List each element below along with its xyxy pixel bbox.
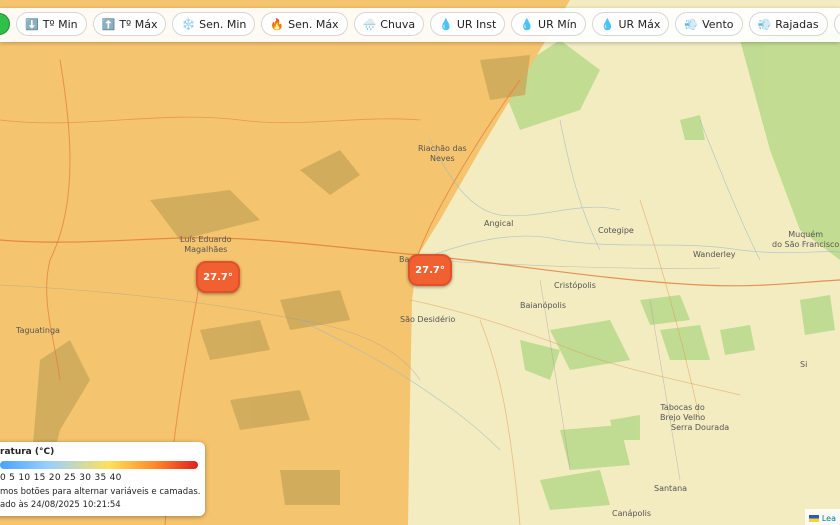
- toolbar-button-label: Tº Máx: [119, 17, 158, 31]
- place-sao-desiderio: São Desidério: [400, 315, 456, 324]
- layer-toggle-button[interactable]: [0, 13, 10, 35]
- temperature-marker[interactable]: 27.7°: [196, 261, 240, 293]
- place-wanderley: Wanderley: [693, 250, 736, 259]
- toolbar-button-humidity[interactable]: 💧 UR Inst: [430, 12, 506, 36]
- toolbar-button-label: UR Máx: [618, 17, 661, 31]
- toolbar-button-wind[interactable]: 💨 Vento: [675, 12, 743, 36]
- legend-ticks: 0 5 10 15 20 25 30 35 40: [0, 473, 122, 483]
- toolbar-button-gusts-max[interactable]: 💨Rajadas Max: [833, 12, 840, 36]
- place-taguatinga: Taguatinga: [16, 326, 60, 335]
- legend-updated: ado às 24/08/2025 10:21:54: [0, 500, 121, 510]
- place-serra-dourada: Serra Dourada: [671, 423, 730, 432]
- attribution-text[interactable]: Lea: [822, 514, 836, 523]
- place-riachao: Riachão das Neves: [418, 144, 467, 163]
- flag-icon: [808, 514, 819, 522]
- toolbar-button-humidity-max[interactable]: 💧 UR Máx: [591, 12, 670, 36]
- place-baianopolis: Baianópolis: [520, 301, 567, 310]
- toolbar-button-gusts[interactable]: 💨 Rajadas: [748, 12, 828, 36]
- legend-title: ratura (°C): [0, 447, 55, 457]
- toolbar-button-humidity-min[interactable]: 💧 UR Mín: [511, 12, 586, 36]
- toolbar-button-feels-max[interactable]: 🔥 Sen. Máx: [261, 12, 348, 36]
- toolbar-button-label: Chuva: [380, 17, 416, 31]
- toolbar-button-rain[interactable]: 🌧️ Chuva: [353, 12, 425, 36]
- place-cristopolis: Cristópolis: [554, 281, 596, 290]
- variable-toolbar: ⬇️ Tº Min ⬆️ Tº Máx ❄️ Sen. Min 🔥 Sen. Máx 🌧️ Chu…: [0, 8, 840, 42]
- toolbar-button-label: Rajadas: [775, 17, 819, 31]
- place-muquem: Muquém do São Francisco: [772, 230, 840, 249]
- feels-max-icon: 🔥: [270, 17, 285, 31]
- gusts-icon: 💨: [757, 17, 772, 31]
- temperature-marker[interactable]: 27.7°: [408, 254, 452, 286]
- legend-color-bar: [0, 461, 198, 469]
- place-santana: Santana: [654, 484, 688, 493]
- toolbar-button-label: Vento: [702, 17, 734, 31]
- temp-min-icon: ⬇️: [25, 17, 39, 31]
- place-luis-eduardo: Luís Eduardo Magalhães: [180, 235, 232, 254]
- legend-panel: ratura (°C) 0 5 10 15 20 25 30 35 40 mos…: [0, 442, 205, 516]
- place-barreiras: Ba: [399, 255, 410, 264]
- toolbar-button-label: Tº Min: [42, 17, 78, 31]
- toolbar-button-temp-max[interactable]: ⬆️ Tº Máx: [92, 12, 167, 36]
- toolbar-button-label: UR Mín: [538, 17, 577, 31]
- rain-icon: 🌧️: [362, 17, 377, 31]
- humidity-icon: 💧: [439, 17, 453, 31]
- place-canapolis: Canápolis: [612, 509, 652, 518]
- toolbar-button-label: UR Inst: [456, 17, 497, 31]
- temp-max-icon: ⬆️: [101, 17, 116, 31]
- toolbar-button-feels-min[interactable]: ❄️ Sen. Min: [172, 12, 256, 36]
- toolbar-button-temp-min[interactable]: ⬇️ Tº Min: [16, 12, 87, 36]
- humidity-min-icon: 💧: [520, 17, 535, 31]
- legend-hint: mos botões para alternar variáveis e cam…: [0, 487, 201, 497]
- feels-min-icon: ❄️: [181, 17, 196, 31]
- toolbar-button-label: Sen. Máx: [288, 17, 339, 31]
- place-si: Si: [800, 360, 808, 369]
- wind-icon: 💨: [684, 17, 699, 31]
- place-angical: Angical: [484, 219, 514, 228]
- humidity-max-icon: 💧: [600, 17, 615, 31]
- place-tabocas: Tabocas do Brejo Velho: [660, 403, 706, 422]
- place-cotegipe: Cotegipe: [598, 226, 634, 235]
- toolbar-button-label: Sen. Min: [199, 17, 247, 31]
- map-attribution[interactable]: Lea: [804, 509, 840, 525]
